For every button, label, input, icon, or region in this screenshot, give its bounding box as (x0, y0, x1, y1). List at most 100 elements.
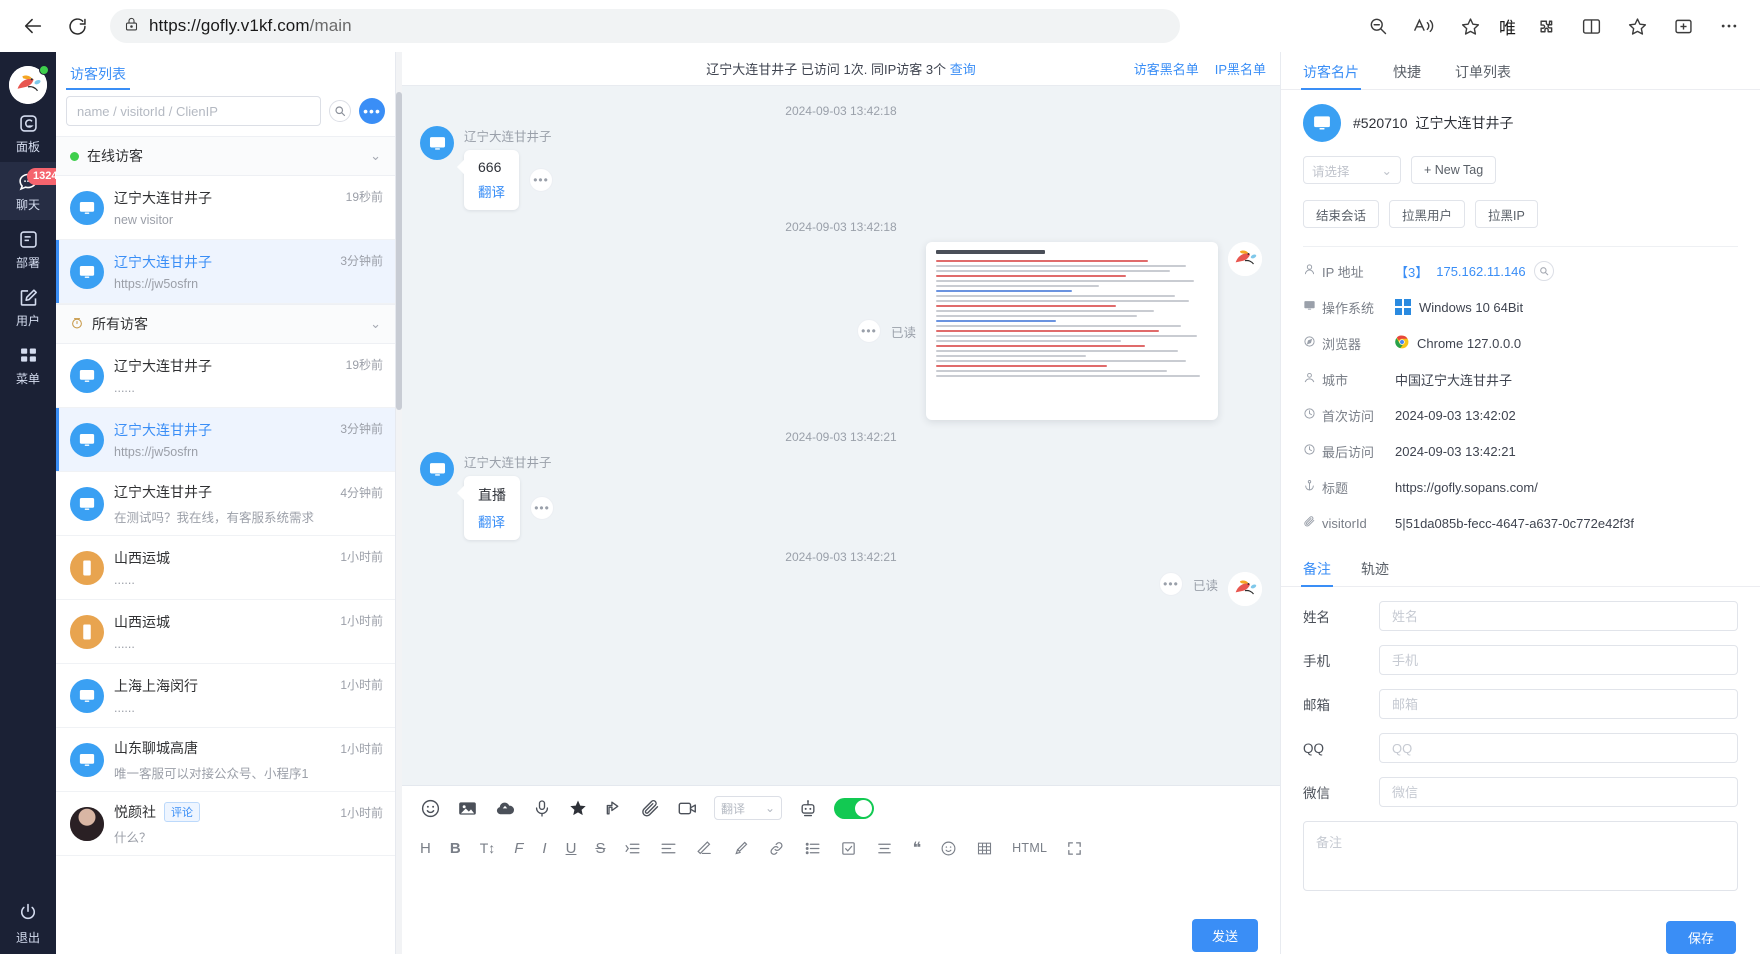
message-compose-area[interactable] (402, 866, 1280, 954)
bullet-list-icon[interactable] (804, 840, 821, 857)
justify-icon[interactable] (876, 840, 893, 857)
message-more-button[interactable]: ••• (1158, 572, 1183, 596)
translate-select[interactable]: 翻译 ⌄ (714, 796, 782, 820)
group-header-all[interactable]: 所有访客 ⌄ (56, 304, 395, 344)
fullscreen-icon[interactable] (1066, 840, 1083, 857)
paperclip-icon[interactable] (640, 798, 661, 819)
star-icon[interactable] (1453, 9, 1487, 43)
microphone-icon[interactable] (532, 798, 552, 819)
send-button[interactable]: 发送 (1191, 919, 1258, 952)
translate-link[interactable]: 翻译 (478, 181, 505, 201)
profile-initial[interactable]: 唯 (1499, 14, 1516, 39)
sidebar-item-deploy[interactable]: 部署 (0, 220, 56, 278)
list-item[interactable]: 山东聊城高唐 唯一客服可以对接公众号、小程序1 1小时前 (56, 728, 395, 792)
save-button[interactable]: 保存 (1665, 921, 1736, 954)
tab-quick[interactable]: 快捷 (1393, 62, 1421, 89)
image-icon[interactable] (457, 798, 478, 819)
list-item[interactable]: 山西运城 ...... 1小时前 (56, 600, 395, 664)
list-item[interactable]: 辽宁大连甘井子 在测试吗？我在线，有客服系统需求 4分钟前 (56, 472, 395, 536)
robot-icon[interactable] (798, 798, 818, 819)
list-item[interactable]: 辽宁大连甘井子 https://jw5osfrn 3分钟前 (56, 408, 395, 472)
emoji-icon[interactable] (420, 798, 441, 819)
address-bar[interactable]: https://gofly.v1kf.com/main (110, 9, 1180, 43)
visitor-blacklist-link[interactable]: 访客黑名单 (1134, 59, 1199, 78)
sidebar-item-chat[interactable]: 聊天 1324 (0, 162, 64, 220)
video-icon[interactable] (677, 799, 698, 818)
translate-link[interactable]: 翻译 (478, 511, 506, 531)
share-icon[interactable] (604, 798, 624, 818)
tab-trace[interactable]: 轨迹 (1361, 559, 1389, 586)
font-icon[interactable]: F (514, 840, 523, 857)
phone-field[interactable] (1379, 645, 1738, 675)
wechat-field[interactable] (1379, 777, 1738, 807)
italic-icon[interactable]: I (542, 840, 546, 857)
bold-icon[interactable]: B (450, 840, 461, 857)
reload-icon[interactable] (58, 7, 96, 45)
checkbox-icon[interactable] (840, 840, 857, 857)
smiley-icon[interactable] (940, 840, 957, 857)
document-preview-image[interactable] (926, 242, 1218, 420)
tag-select[interactable]: 请选择 ⌄ (1303, 156, 1401, 184)
eraser-icon[interactable] (696, 840, 713, 857)
tab-order-list[interactable]: 订单列表 (1455, 62, 1511, 89)
qq-field[interactable] (1379, 733, 1738, 763)
list-item[interactable]: 悦颜社 评论 什么？ 1小时前 (56, 792, 395, 856)
settings-ellipsis-icon[interactable] (1712, 9, 1746, 43)
zoom-out-icon[interactable] (1361, 9, 1395, 43)
block-ip-button[interactable]: 拉黑IP (1475, 200, 1538, 228)
message-bubble[interactable]: 666 翻译 (464, 150, 519, 210)
message-more-button[interactable]: ••• (530, 496, 554, 520)
tab-notes[interactable]: 备注 (1301, 559, 1333, 587)
end-session-button[interactable]: 结束会话 (1303, 200, 1380, 228)
indent-icon[interactable] (624, 840, 641, 857)
read-aloud-icon[interactable] (1407, 9, 1441, 43)
list-item[interactable]: 辽宁大连甘井子 new visitor 19秒前 (56, 176, 395, 240)
block-user-button[interactable]: 拉黑用户 (1389, 200, 1466, 228)
name-field[interactable] (1379, 601, 1738, 631)
list-item[interactable]: 辽宁大连甘井子 https://jw5osfrn 3分钟前 (56, 240, 395, 304)
group-header-online[interactable]: 在线访客 ⌄ (56, 136, 395, 176)
chevron-down-icon[interactable]: ⌄ (370, 148, 381, 164)
quote-icon[interactable]: ❝ (912, 838, 921, 858)
message-more-button[interactable]: ••• (856, 319, 881, 343)
more-options-button[interactable]: ••• (359, 98, 385, 124)
message-bubble[interactable]: 直播 翻译 (464, 476, 520, 540)
text-size-icon[interactable]: T↕ (480, 840, 496, 856)
split-screen-icon[interactable] (1574, 9, 1608, 43)
sidebar-item-menu[interactable]: 菜单 (0, 336, 56, 394)
list-item[interactable]: 山西运城 ...... 1小时前 (56, 536, 395, 600)
search-icon[interactable] (329, 100, 351, 122)
html-icon[interactable]: HTML (1012, 841, 1047, 855)
chevron-down-icon[interactable]: ⌄ (370, 316, 381, 332)
back-arrow-icon[interactable] (14, 7, 52, 45)
message-more-button[interactable]: ••• (529, 168, 553, 192)
align-icon[interactable] (660, 840, 677, 857)
sidebar-item-panel[interactable]: 面板 (0, 104, 56, 162)
list-item[interactable]: 上海上海闵行 ...... 1小时前 (56, 664, 395, 728)
note-textarea[interactable] (1303, 821, 1738, 891)
collections-icon[interactable] (1620, 9, 1654, 43)
ip-blacklist-link[interactable]: IP黑名单 (1215, 59, 1266, 78)
table-icon[interactable] (976, 840, 993, 857)
underline-icon[interactable]: U (566, 840, 577, 857)
star-icon[interactable] (568, 798, 588, 818)
sidebar-item-users[interactable]: 用户 (0, 278, 56, 336)
heading-icon[interactable]: H (420, 840, 431, 857)
list-item[interactable]: 辽宁大连甘井子 ...... 19秒前 (56, 344, 395, 408)
add-icon[interactable] (1666, 9, 1700, 43)
auto-reply-toggle[interactable] (834, 797, 874, 819)
tab-visitor-card[interactable]: 访客名片 (1301, 62, 1361, 90)
search-input[interactable] (66, 96, 321, 126)
brush-icon[interactable] (732, 840, 749, 857)
detail-tabs: 访客名片 快捷 订单列表 (1281, 52, 1760, 90)
search-icon[interactable] (1533, 261, 1554, 281)
strikethrough-icon[interactable]: S (595, 840, 605, 857)
email-field[interactable] (1379, 689, 1738, 719)
sidebar-item-logout[interactable]: 退出 (16, 902, 40, 946)
cloud-upload-icon[interactable] (494, 798, 516, 819)
query-link[interactable]: 查询 (950, 62, 976, 77)
tab-visitor-list[interactable]: 访客列表 (66, 64, 130, 90)
new-tag-button[interactable]: + New Tag (1411, 156, 1497, 184)
puzzle-icon[interactable] (1528, 9, 1562, 43)
link-icon[interactable] (768, 840, 785, 857)
